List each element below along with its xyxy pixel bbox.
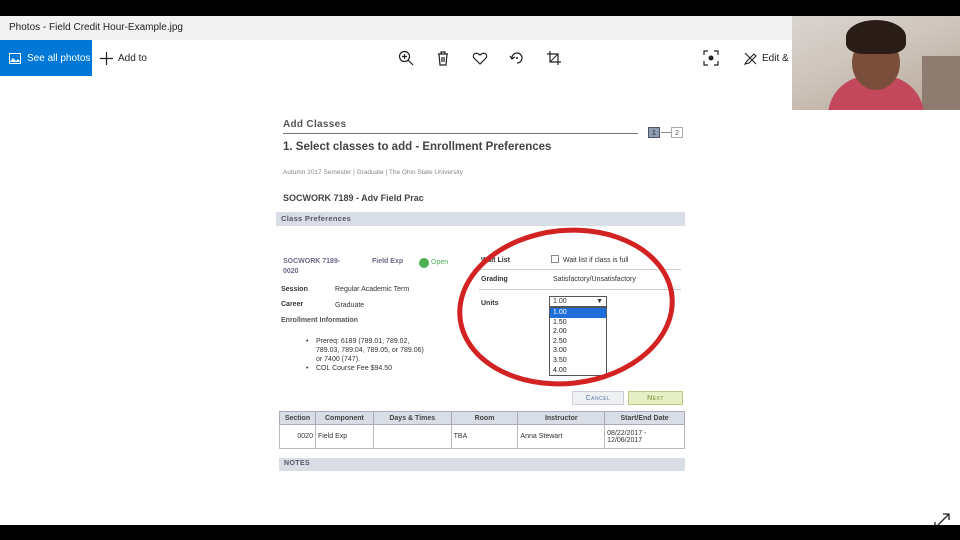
table-header: Section — [279, 411, 316, 425]
enrollment-info-label: Enrollment Information — [281, 317, 358, 324]
plus-icon — [100, 51, 113, 65]
notes-header: NOTES — [279, 458, 685, 471]
bullet-1: • — [306, 338, 309, 345]
rotate-icon[interactable] — [509, 50, 525, 66]
crop-icon[interactable] — [546, 50, 562, 66]
prereq-line2: 789.03, 789.04, 789.05, or 789.06) — [316, 347, 424, 354]
table-cell: 08/22/2017 - 12/06/2017 — [604, 424, 685, 449]
table-cell: Anna Stewart — [517, 424, 606, 449]
see-all-photos-button[interactable]: See all photos — [0, 40, 92, 76]
photos-icon — [9, 52, 21, 64]
table-row: 0020 Field Exp TBA Anna Stewart 08/22/20… — [279, 424, 685, 449]
red-annotation-circle — [449, 217, 683, 397]
table-header: Instructor — [517, 411, 606, 425]
photo-content: Add Classes 1 2 1. Select classes to add… — [274, 111, 688, 471]
window-title: Photos - Field Credit Hour-Example.jpg — [9, 22, 183, 33]
table-header: Start/End Date — [604, 411, 685, 425]
class-type: Field Exp — [372, 258, 404, 265]
webcam-overlay — [792, 16, 960, 110]
prereq-line3: or 7400 (747). — [316, 356, 360, 363]
table-header: Component — [314, 411, 374, 425]
course-title: SOCWORK 7189 - Adv Field Prac — [283, 193, 424, 203]
page-title: Add Classes — [283, 119, 347, 130]
heart-icon[interactable] — [472, 50, 488, 66]
semester-info: Autumn 2017 Semester | Graduate | The Oh… — [283, 169, 463, 176]
table-cell — [372, 424, 452, 449]
career-label: Career — [281, 301, 304, 308]
edit-icon — [744, 52, 757, 65]
expand-icon[interactable] — [933, 512, 951, 525]
screen-frame: Photos - Field Credit Hour-Example.jpg S… — [0, 0, 960, 540]
zoom-in-icon[interactable] — [398, 50, 414, 66]
next-button[interactable]: Next — [628, 391, 683, 405]
add-to-label: Add to — [118, 52, 147, 64]
open-status-icon — [419, 258, 429, 268]
section-table: Section Component Days & Times Room Inst… — [279, 411, 685, 449]
table-header-row: Section Component Days & Times Room Inst… — [279, 411, 685, 425]
add-to-button[interactable]: Add to — [100, 40, 147, 76]
session-label: Session — [281, 286, 308, 293]
class-code-line2: 0020 — [283, 268, 299, 275]
enhance-icon[interactable] — [703, 50, 719, 66]
notes-label: NOTES — [284, 460, 311, 467]
table-header: Room — [450, 411, 519, 425]
step-1-indicator: 1 — [648, 127, 660, 138]
class-preferences-label: Class Preferences — [281, 214, 352, 223]
step-connector — [661, 132, 671, 133]
table-cell: TBA — [450, 424, 519, 449]
class-code-line1: SOCWORK 7189- — [283, 258, 341, 265]
career-value: Graduate — [335, 302, 365, 309]
title-rule — [283, 133, 638, 134]
bullet-2: • — [306, 365, 309, 372]
prereq-line1: Prereq: 6189 (789.01, 789.02, — [316, 338, 410, 345]
see-all-photos-label: See all photos — [27, 52, 91, 64]
table-cell: 0020 — [279, 424, 316, 449]
table-cell: Field Exp — [314, 424, 374, 449]
table-header: Days & Times — [372, 411, 452, 425]
step-2-indicator: 2 — [671, 127, 683, 138]
cancel-button[interactable]: Cancel — [572, 391, 624, 405]
class-preferences-header: Class Preferences — [276, 212, 685, 226]
delete-icon[interactable] — [435, 50, 451, 66]
page-heading: 1. Select classes to add - Enrollment Pr… — [283, 141, 552, 153]
presenter-hair — [846, 20, 906, 54]
open-status-text: Open — [431, 259, 449, 266]
background-shelf — [922, 56, 960, 110]
course-fee: COL Course Fee $94.50 — [316, 365, 393, 372]
edit-and-create-button[interactable]: Edit & C — [744, 40, 799, 76]
session-value: Regular Academic Term — [335, 286, 410, 293]
